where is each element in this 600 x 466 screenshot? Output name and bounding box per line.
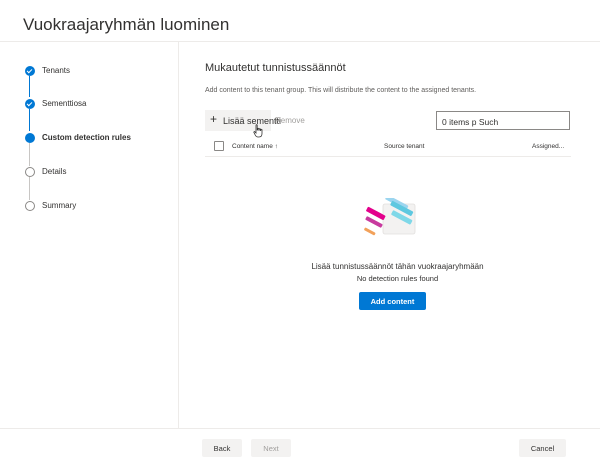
empty-state-subtitle: No detection rules found — [356, 274, 439, 283]
step-connector — [29, 109, 30, 131]
window-title: Vuokraajaryhmän luominen — [23, 15, 230, 34]
remove-button[interactable]: Remove — [275, 116, 305, 125]
column-header-source-tenant[interactable]: Source tenant — [384, 143, 424, 150]
step-pending-icon — [25, 167, 35, 177]
step-complete-icon — [25, 66, 35, 76]
cancel-button-label: Cancel — [530, 444, 555, 453]
title-bar: Vuokraajaryhmän luominen — [0, 0, 600, 42]
column-header-content-name[interactable]: Content name ↑ — [232, 143, 278, 150]
step-complete-icon — [25, 99, 35, 109]
cancel-button[interactable]: Cancel — [519, 439, 566, 457]
plus-icon: + — [210, 112, 218, 126]
wizard-step-label: Custom detection rules — [42, 133, 131, 142]
section-description: Add content to this tenant group. This w… — [205, 87, 477, 94]
section-title: Mukautetut tunnistussäännöt — [205, 62, 346, 74]
step-connector — [29, 76, 30, 97]
step-connector — [29, 143, 30, 166]
empty-state-title: Lisää tunnistussäännöt tähän vuokraajary… — [311, 262, 484, 271]
hand-cursor-icon — [253, 124, 263, 138]
next-button-label: Next — [263, 444, 279, 453]
add-content-button-label: Add content — [370, 297, 415, 306]
sort-ascending-icon: ↑ — [274, 143, 278, 150]
search-input[interactable]: 0 items p Such — [436, 111, 570, 130]
column-header-assigned[interactable]: Assigned... — [532, 143, 564, 150]
wizard-step-label: Summary — [42, 201, 77, 210]
back-button-label: Back — [213, 444, 231, 453]
add-content-button[interactable]: Add content — [359, 292, 426, 310]
wizard-step-label: Details — [42, 167, 67, 176]
step-connector — [29, 177, 30, 200]
next-button[interactable]: Next — [251, 439, 291, 457]
back-button[interactable]: Back — [202, 439, 242, 457]
step-current-icon — [25, 133, 35, 143]
step-pending-icon — [25, 201, 35, 211]
select-all-checkbox[interactable] — [214, 141, 224, 151]
table-header: Content name ↑ Source tenant Assigned... — [205, 138, 571, 157]
empty-state-illustration — [364, 198, 416, 236]
wizard-footer: Back Next Cancel — [0, 428, 600, 466]
wizard-step-label: Tenants — [42, 66, 71, 75]
search-input-value: 0 items p Such — [442, 117, 499, 127]
wizard-step-label: Sementtiosa — [42, 99, 87, 108]
